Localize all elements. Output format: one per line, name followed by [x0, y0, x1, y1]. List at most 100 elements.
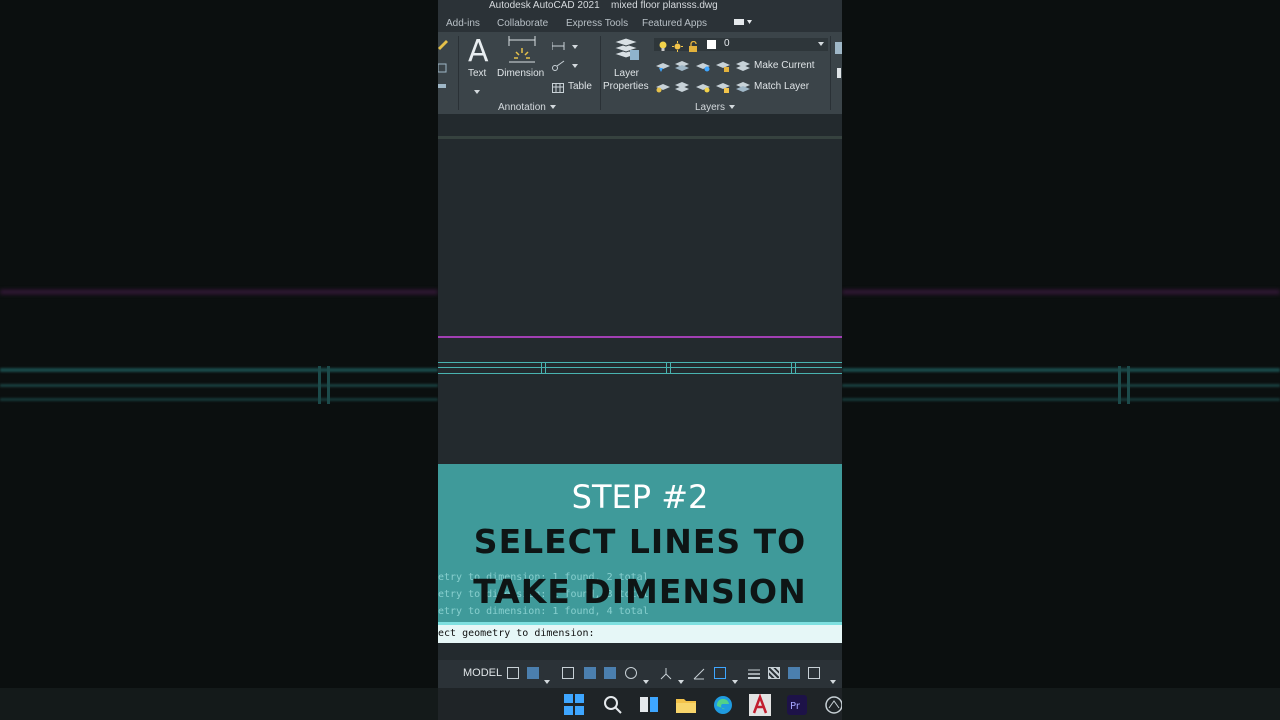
object-snap-icon[interactable] [714, 667, 726, 679]
tab-featured-apps[interactable]: Featured Apps [642, 18, 707, 29]
selection-cycling-icon[interactable] [788, 667, 800, 679]
workspace-toggle-icon[interactable] [734, 17, 754, 30]
layer-unlock-icon[interactable] [716, 80, 730, 98]
layer-off-icon[interactable] [696, 59, 710, 77]
isometric-drafting-icon[interactable] [660, 667, 672, 680]
annotation-panel-title-text: Annotation [498, 102, 546, 113]
drawing-canvas[interactable] [438, 114, 842, 464]
blurred-magenta-line [0, 290, 438, 294]
leader-icon[interactable] [552, 58, 580, 76]
layer-isolate-icon[interactable] [656, 59, 670, 77]
edge-browser-icon[interactable] [712, 694, 734, 716]
blurred-teal-line [842, 368, 1280, 372]
autocad-app-icon[interactable] [749, 693, 771, 716]
dimension-tool-icon[interactable] [507, 36, 537, 69]
wall-line [438, 373, 842, 374]
step-instruction-line2: TAKE DIMENSION [473, 572, 807, 611]
layer-freeze-icon[interactable] [675, 59, 689, 77]
match-layer-icon[interactable] [736, 80, 750, 98]
app-title: Autodesk AutoCAD 2021 [489, 0, 600, 11]
wall-line [438, 367, 842, 368]
tutorial-overlay: etry to dimension: 1 found, 2 total etry… [438, 464, 842, 622]
table-icon[interactable] [552, 80, 564, 98]
layer-properties-label-line2[interactable]: Properties [603, 81, 649, 92]
object-snap-tracking-icon[interactable] [693, 667, 705, 680]
layers-panel-title[interactable]: Layers [695, 102, 736, 113]
table-tool-label[interactable]: Table [568, 81, 592, 92]
wall-joint-mark [541, 362, 546, 374]
step-title: STEP #2 [571, 478, 709, 516]
magenta-line [438, 336, 842, 338]
file-explorer-icon[interactable] [675, 694, 697, 716]
tab-collaborate[interactable]: Collaborate [497, 18, 548, 29]
linear-dimension-icon[interactable] [551, 38, 580, 56]
draw-pencil-icon[interactable] [438, 38, 448, 93]
wall-joint-mark [791, 362, 796, 374]
chevron-down-icon[interactable] [732, 671, 738, 689]
layer-unisolate-icon[interactable] [656, 80, 670, 98]
text-dropdown-caret-icon[interactable] [474, 81, 480, 99]
annotation-panel-title[interactable]: Annotation [498, 102, 556, 113]
chevron-down-icon[interactable] [678, 671, 684, 689]
match-layer-label[interactable]: Match Layer [754, 81, 809, 92]
make-current-icon[interactable] [736, 59, 750, 77]
layer-color-swatch [707, 40, 716, 49]
taskbar: Pr [438, 688, 842, 720]
chevron-down-icon[interactable] [830, 671, 836, 689]
blurred-taskbar [842, 688, 1280, 720]
text-tool-icon[interactable]: A [468, 34, 489, 69]
windows-start-icon[interactable] [564, 694, 586, 716]
insert-block-icon[interactable] [835, 42, 842, 87]
panel-separator [458, 36, 459, 110]
file-name: mixed floor plansss.dwg [611, 0, 718, 11]
layer-properties-label-line1[interactable]: Layer [614, 68, 639, 79]
grid-icon[interactable] [507, 667, 519, 679]
layers-panel-title-text: Layers [695, 102, 726, 113]
chevron-down-icon [729, 105, 736, 110]
layer-thaw-icon[interactable] [675, 80, 689, 98]
task-view-icon[interactable] [638, 694, 660, 716]
text-tool-label[interactable]: Text [468, 68, 486, 79]
layer-on-icon[interactable] [696, 80, 710, 98]
dynamic-input-icon[interactable] [584, 667, 596, 679]
ribbon: A Text Dimension Table Annotation Layer … [438, 32, 842, 114]
command-prompt-text: ect geometry to dimension: [438, 628, 595, 639]
premiere-pro-icon[interactable]: Pr [786, 694, 808, 716]
app-circle-icon[interactable] [823, 694, 842, 716]
blurred-teal-line [842, 384, 1280, 387]
chevron-down-icon[interactable] [544, 671, 550, 689]
tab-express-tools[interactable]: Express Tools [566, 18, 628, 29]
layer-lock-icon[interactable] [716, 59, 730, 77]
search-icon[interactable] [602, 694, 624, 716]
blurred-magenta-line [842, 290, 1280, 294]
snap-mode-icon[interactable] [527, 667, 539, 679]
status-bar: MODEL [438, 660, 842, 688]
3d-object-snap-icon[interactable] [808, 667, 820, 679]
dimension-tool-label[interactable]: Dimension [497, 68, 544, 79]
blurred-taskbar [0, 688, 438, 720]
tab-add-ins[interactable]: Add-ins [446, 18, 480, 29]
model-space-button[interactable]: MODEL [463, 667, 502, 679]
layer-properties-icon[interactable] [612, 36, 640, 67]
make-current-label[interactable]: Make Current [754, 60, 815, 71]
layer-dropdown[interactable]: 0 [654, 38, 828, 52]
lineweight-icon[interactable] [748, 667, 760, 679]
transparency-icon[interactable] [768, 667, 780, 679]
panel-separator [830, 36, 831, 110]
right-blurred-background [842, 0, 1280, 720]
panel-separator [600, 36, 601, 110]
current-layer-value: 0 [724, 38, 730, 49]
wall-top-line [438, 136, 842, 139]
wall-joint-mark [666, 362, 671, 374]
infer-constraints-icon[interactable] [562, 667, 574, 679]
chevron-down-icon [549, 105, 556, 110]
sun-icon [672, 39, 683, 57]
chevron-down-icon[interactable] [643, 671, 649, 689]
chevron-down-icon [818, 42, 824, 46]
wall-line [438, 362, 842, 363]
unlock-icon [688, 39, 699, 57]
polar-tracking-icon[interactable] [625, 667, 637, 679]
ortho-mode-icon[interactable] [604, 667, 616, 679]
command-prompt[interactable]: ect geometry to dimension: [438, 622, 842, 643]
blurred-teal-line [0, 384, 438, 387]
